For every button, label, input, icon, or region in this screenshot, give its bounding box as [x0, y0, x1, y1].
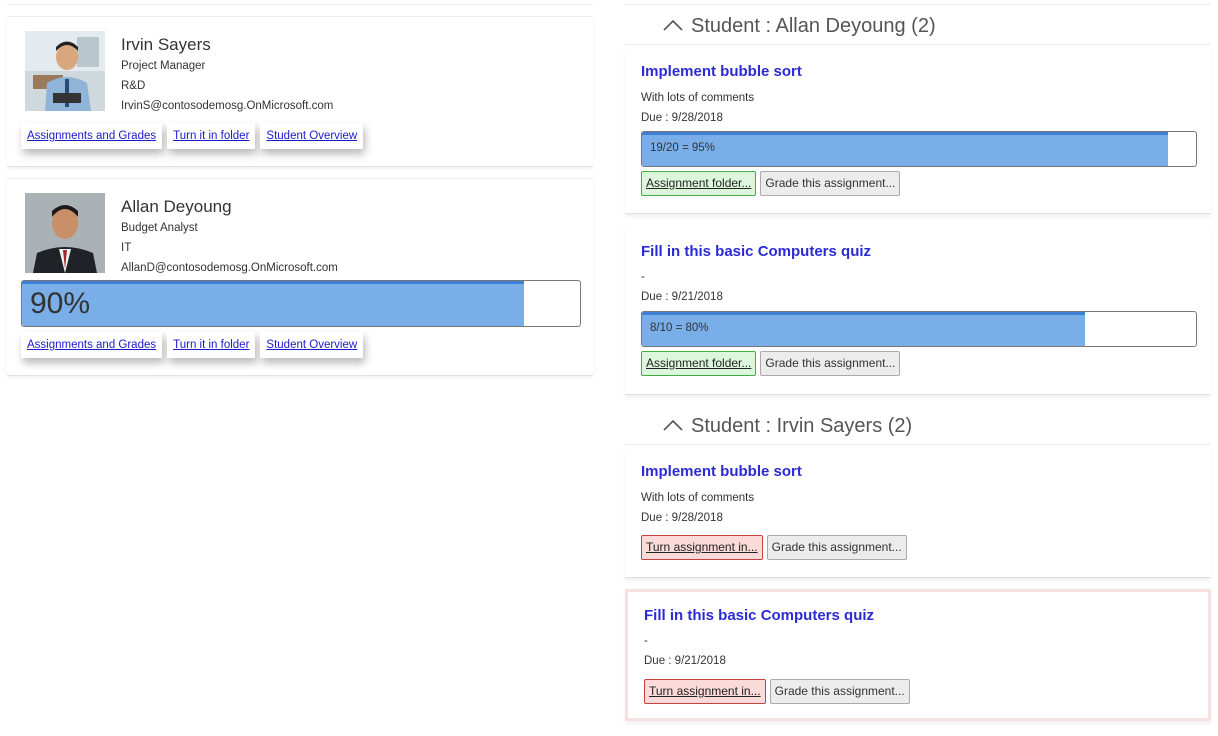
assignment-due-date: Due : 9/21/2018	[641, 291, 723, 303]
student-department: IT	[121, 242, 132, 254]
turn-it-in-folder-link[interactable]: Turn it in folder	[167, 123, 256, 149]
grade-progress-text: 90%	[30, 287, 91, 320]
grade-progress-fill	[642, 132, 1169, 166]
student-name: Allan Deyoung	[121, 197, 232, 216]
assignment-card: Implement bubble sort With lots of comme…	[625, 46, 1211, 214]
grade-progress-text: 8/10 = 80%	[650, 322, 709, 334]
turn-assignment-in-button[interactable]: Turn assignment in...	[641, 535, 763, 560]
assignment-due-date: Due : 9/21/2018	[644, 655, 726, 667]
student-links: Assignments and Grades Turn it in folder…	[21, 332, 368, 358]
turn-assignment-in-button[interactable]: Turn assignment in...	[644, 679, 766, 704]
assignments-and-grades-link[interactable]: Assignments and Grades	[21, 123, 163, 149]
assignment-due-date: Due : 9/28/2018	[641, 512, 723, 524]
grade-progress-text: 19/20 = 95%	[650, 142, 715, 154]
student-department: R&D	[121, 80, 146, 92]
grade-progress-bar: 19/20 = 95%	[641, 131, 1197, 167]
assignment-card: Fill in this basic Computers quiz - Due …	[625, 589, 1211, 721]
student-card: Irvin Sayers Project Manager R&D IrvinS@…	[7, 16, 593, 167]
grade-progress-bar: 90%	[21, 280, 581, 327]
student-email: IrvinS@contosodemosg.OnMicrosoft.com	[121, 100, 334, 112]
assignment-folder-button[interactable]: Assignment folder...	[641, 351, 757, 376]
grade-progress-fill	[22, 281, 525, 326]
assignment-folder-button[interactable]: Assignment folder...	[641, 171, 757, 196]
chevron-up-icon[interactable]	[663, 18, 683, 32]
assignment-card: Fill in this basic Computers quiz - Due …	[625, 225, 1211, 395]
assignment-actions: Turn assignment in... Grade this assignm…	[641, 535, 911, 560]
assignment-title[interactable]: Implement bubble sort	[641, 63, 802, 80]
assignment-actions: Assignment folder... Grade this assignme…	[641, 351, 904, 376]
assignment-description: With lots of comments	[641, 92, 755, 104]
assignment-title[interactable]: Implement bubble sort	[641, 463, 802, 480]
grade-assignment-button[interactable]: Grade this assignment...	[760, 171, 901, 196]
student-card: Allan Deyoung Budget Analyst IT AllanD@c…	[7, 178, 593, 376]
assignment-actions: Assignment folder... Grade this assignme…	[641, 171, 904, 196]
assignment-description: With lots of comments	[641, 492, 755, 504]
student-overview-link[interactable]: Student Overview	[260, 332, 364, 358]
assignment-due-date: Due : 9/28/2018	[641, 112, 723, 124]
student-name: Irvin Sayers	[121, 35, 211, 54]
student-overview-link[interactable]: Student Overview	[260, 123, 364, 149]
divider	[7, 4, 593, 5]
student-links: Assignments and Grades Turn it in folder…	[21, 123, 368, 149]
student-email: AllanD@contosodemosg.OnMicrosoft.com	[121, 262, 338, 274]
grade-assignment-button[interactable]: Grade this assignment...	[760, 351, 901, 376]
grade-assignment-button[interactable]: Grade this assignment...	[766, 535, 907, 560]
assignment-title[interactable]: Fill in this basic Computers quiz	[644, 607, 874, 624]
assignment-actions: Turn assignment in... Grade this assignm…	[644, 679, 914, 704]
assignment-description: -	[641, 271, 645, 283]
chevron-up-icon[interactable]	[663, 418, 683, 432]
group-title: Student : Irvin Sayers (2)	[691, 415, 913, 437]
student-title: Budget Analyst	[121, 222, 198, 234]
student-title: Project Manager	[121, 60, 206, 72]
assignment-card: Implement bubble sort With lots of comme…	[625, 446, 1211, 578]
assignment-description: -	[644, 635, 648, 647]
assignments-and-grades-link[interactable]: Assignments and Grades	[21, 332, 163, 358]
group-header[interactable]: Student : Irvin Sayers (2)	[625, 405, 1211, 445]
person-photo	[25, 31, 105, 111]
group-title: Student : Allan Deyoung (2)	[691, 15, 936, 37]
group-header[interactable]: Student : Allan Deyoung (2)	[625, 5, 1211, 45]
person-photo	[25, 193, 105, 273]
turn-it-in-folder-link[interactable]: Turn it in folder	[167, 332, 256, 358]
assignment-title[interactable]: Fill in this basic Computers quiz	[641, 243, 871, 260]
grade-assignment-button[interactable]: Grade this assignment...	[769, 679, 910, 704]
grade-progress-bar: 8/10 = 80%	[641, 311, 1197, 347]
